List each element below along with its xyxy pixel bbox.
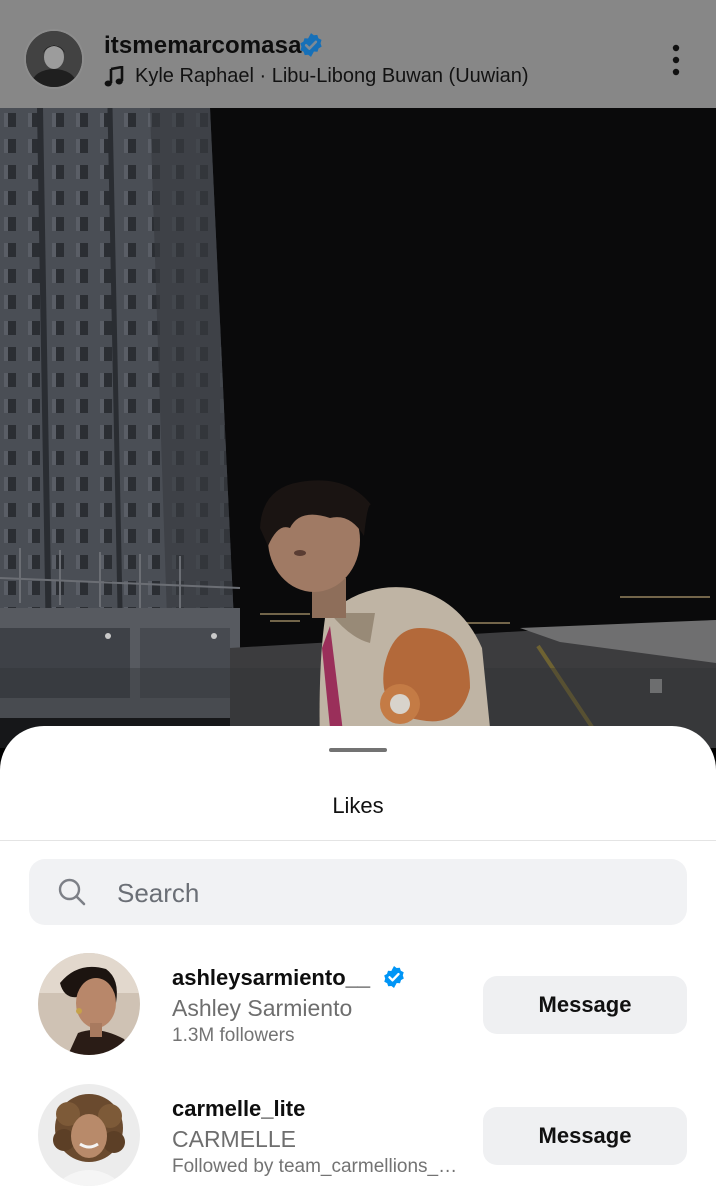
post-photo[interactable] bbox=[0, 108, 716, 748]
verified-badge-icon bbox=[300, 33, 322, 57]
likes-sheet: Likes ashleysarmiento__ Ashley Sarm bbox=[0, 726, 716, 1200]
sheet-title: Likes bbox=[332, 793, 384, 818]
post-author-avatar[interactable] bbox=[26, 31, 82, 87]
more-options-icon[interactable] bbox=[667, 44, 685, 76]
divider bbox=[0, 840, 716, 841]
drag-handle[interactable] bbox=[329, 748, 387, 752]
message-button[interactable]: Message bbox=[483, 976, 687, 1034]
post-author-username[interactable]: itsmemarcomasa bbox=[104, 32, 302, 60]
message-button[interactable]: Message bbox=[483, 1107, 687, 1165]
music-note-icon bbox=[104, 66, 124, 87]
avatar[interactable] bbox=[38, 953, 140, 1055]
list-item[interactable]: carmelle_lite CARMELLE Followed by team_… bbox=[0, 1084, 716, 1194]
post-header: itsmemarcomasa Kyle Raphael · Libu-Libon… bbox=[0, 0, 716, 108]
liker-full-name: Ashley Sarmiento bbox=[172, 995, 353, 1021]
avatar[interactable] bbox=[38, 1084, 140, 1186]
liker-username[interactable]: carmelle_lite bbox=[172, 1096, 305, 1122]
search-bar[interactable] bbox=[29, 859, 687, 927]
list-item[interactable]: ashleysarmiento__ Ashley Sarmiento 1.3M … bbox=[0, 953, 716, 1063]
liker-full-name: CARMELLE bbox=[172, 1126, 296, 1152]
liker-followers: 1.3M followers bbox=[172, 1025, 295, 1046]
liker-username[interactable]: ashleysarmiento__ bbox=[172, 965, 370, 991]
search-icon bbox=[58, 878, 86, 906]
verified-badge-icon bbox=[384, 966, 404, 988]
liker-followed-by: Followed by team_carmellions_ and 4 othe… bbox=[172, 1156, 462, 1177]
post-music-label[interactable]: Kyle Raphael · Libu-Libong Buwan (Uuwian… bbox=[135, 65, 529, 88]
search-input[interactable] bbox=[115, 859, 659, 927]
